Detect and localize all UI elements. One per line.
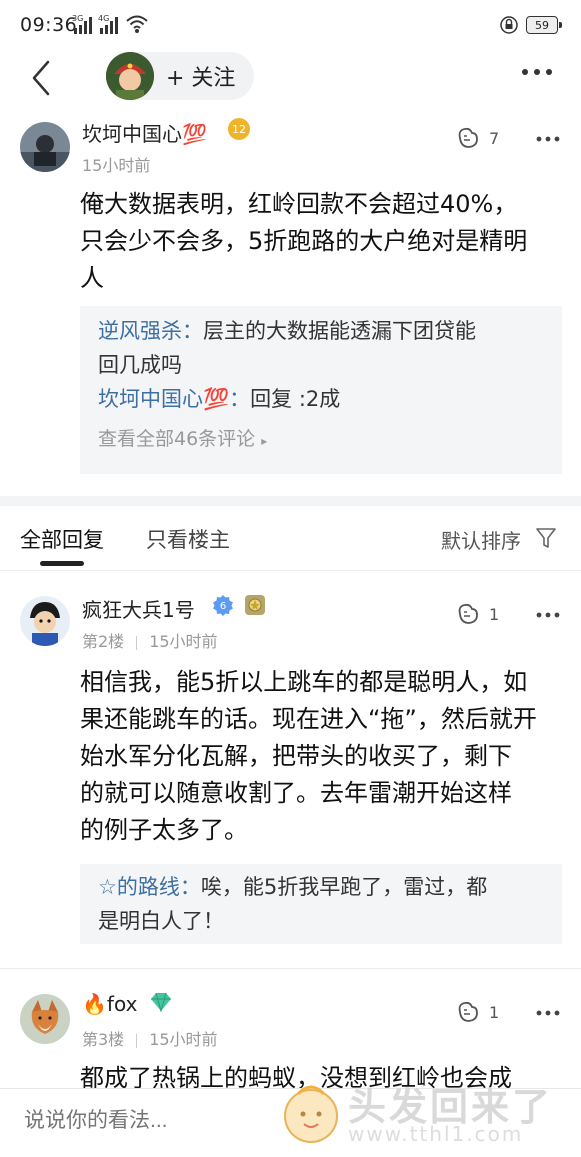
like-count: 7: [489, 128, 500, 148]
hundred-emoji-icon: 💯: [182, 122, 207, 146]
sub-reply[interactable]: 逆风强杀：层主的大数据能透漏下团贷能: [98, 314, 544, 348]
reply-text: 回复 :2成: [250, 387, 341, 411]
section-divider: [0, 496, 581, 506]
avatar[interactable]: [20, 122, 70, 172]
comment-floor-2: 疯狂大兵1号 6 第2楼 15小时前 1 相信我，能5折以上跳车的都是聪明人，如 …: [0, 580, 581, 960]
reply-text: 层主的大数据能透漏下团贷能: [203, 319, 476, 343]
like-count: 1: [489, 604, 500, 624]
reply-user[interactable]: 逆风强杀：: [98, 319, 203, 343]
content-line: 的例子太多了。: [80, 816, 248, 844]
reply-user[interactable]: 坎坷中国心💯：: [98, 387, 250, 411]
signal-3g-label: 3G: [72, 14, 84, 23]
author-avatar[interactable]: [106, 52, 154, 100]
post-time: 15小时前: [82, 156, 151, 175]
filter-icon[interactable]: [535, 526, 557, 550]
sort-selector[interactable]: 默认排序: [441, 525, 521, 554]
post-meta: 第3楼 15小时前: [82, 1026, 218, 1050]
watermark: 头发回来了 www.tthl1.com: [278, 1070, 578, 1157]
post-meta: 第2楼 15小时前: [82, 628, 218, 652]
like-icon: [458, 1001, 478, 1022]
comment-thread-main: 坎坷中国心💯 12 15小时前 7 俺大数据表明，红岭回款不会超过40%， 只会…: [0, 112, 581, 502]
post-time: 15小时前: [149, 632, 218, 651]
more-icon[interactable]: [521, 68, 553, 76]
user-name-text[interactable]: 坎坷中国心: [82, 122, 182, 146]
like-count: 1: [489, 1002, 500, 1022]
app-screen: 09:36 3G 4G 59 + 关注 坎坷中国心💯 12 15小时前 7 俺大…: [0, 0, 581, 1157]
comment-content: 相信我，能5折以上跳车的都是聪明人，如 果还能跳车的话。现在进入“拖”，然后就开…: [80, 664, 575, 849]
chevron-right-icon: ▸: [261, 434, 268, 448]
sub-reply[interactable]: ☆的路线：唉，能5折我早跑了，雷过，都: [98, 870, 544, 904]
more-icon[interactable]: [536, 1010, 560, 1016]
tab-active-indicator: [40, 561, 84, 566]
user-name[interactable]: 疯狂大兵1号: [82, 594, 195, 623]
reply-text: 唉，能5折我早跑了，雷过，都: [200, 875, 488, 899]
content-line: 只会少不会多，5折跑路的大户绝对是精明: [80, 227, 528, 255]
nav-bar: + 关注: [0, 52, 581, 104]
signal-3g-icon: 3G: [72, 14, 92, 34]
divider: [0, 968, 581, 969]
content-line: 人: [80, 264, 104, 292]
like-icon: [458, 603, 478, 624]
content-line: 的就可以随意收割了。去年雷潮开始这样: [80, 779, 512, 807]
more-icon[interactable]: [536, 612, 560, 618]
comment-content: 俺大数据表明，红岭回款不会超过40%， 只会少不会多，5折跑路的大户绝对是精明 …: [80, 186, 570, 297]
floor-number: 第3楼: [82, 1030, 125, 1049]
content-line: 相信我，能5折以上跳车的都是聪明人，如: [80, 668, 528, 696]
follow-button[interactable]: + 关注: [106, 52, 254, 100]
sub-reply[interactable]: 坎坷中国心💯：回复 :2成: [98, 382, 544, 416]
view-all-comments-link[interactable]: 查看全部46条评论 ▸: [98, 424, 544, 451]
verified-icon: 6: [213, 595, 233, 616]
signal-4g-label: 4G: [98, 14, 110, 23]
post-time: 15小时前: [149, 1030, 218, 1049]
level-badge: 12: [228, 118, 250, 140]
view-all-label: 查看全部46条评论: [98, 428, 256, 450]
content-line: 始水军分化瓦解，把带头的收买了，剩下: [80, 742, 512, 770]
reply-user[interactable]: ☆的路线：: [98, 875, 201, 899]
reply-box[interactable]: ☆的路线：唉，能5折我早跑了，雷过，都 是明白人了！: [80, 864, 562, 944]
battery-indicator: 59: [526, 16, 562, 34]
floor-number: 第2楼: [82, 632, 125, 651]
diamond-icon: [151, 992, 171, 1012]
wifi-icon: [126, 15, 148, 33]
reply-text: 回几成吗: [98, 353, 182, 377]
reply-text: 是明白人了！: [98, 909, 224, 933]
more-icon[interactable]: [536, 136, 560, 142]
like-button[interactable]: 7: [455, 126, 499, 150]
lock-icon: [500, 16, 518, 34]
tab-all-replies[interactable]: 全部回复: [20, 524, 104, 554]
user-name[interactable]: 🔥fox: [82, 992, 137, 1016]
medal-icon: [245, 595, 265, 615]
comment-input[interactable]: [24, 1109, 295, 1133]
tab-op-only[interactable]: 只看楼主: [146, 524, 230, 554]
signal-4g-icon: 4G: [98, 14, 118, 34]
user-name[interactable]: 坎坷中国心💯: [82, 118, 207, 147]
like-button[interactable]: 1: [455, 1000, 499, 1024]
fire-icon: 🔥: [82, 992, 107, 1016]
avatar[interactable]: [20, 994, 70, 1044]
content-line: 果还能跳车的话。现在进入“拖”，然后就开: [80, 705, 537, 733]
watermark-mascot-icon: [284, 1085, 338, 1143]
watermark-url: www.tthl1.com: [348, 1122, 524, 1146]
like-button[interactable]: 1: [455, 602, 499, 626]
divider: [0, 570, 581, 571]
content-line: 俺大数据表明，红岭回款不会超过40%，: [80, 190, 518, 218]
reply-tabs: 全部回复 只看楼主 默认排序: [0, 506, 581, 570]
level-number: 6: [220, 601, 226, 612]
back-icon[interactable]: [28, 56, 58, 100]
reply-box[interactable]: 逆风强杀：层主的大数据能透漏下团贷能 回几成吗 坎坷中国心💯：回复 :2成 查看…: [80, 306, 562, 474]
follow-label: + 关注: [166, 66, 236, 91]
status-time: 09:36: [20, 14, 78, 36]
avatar[interactable]: [20, 596, 70, 646]
like-icon: [458, 127, 478, 148]
user-name-text[interactable]: fox: [107, 992, 138, 1016]
status-bar: 09:36 3G 4G 59: [0, 0, 581, 52]
